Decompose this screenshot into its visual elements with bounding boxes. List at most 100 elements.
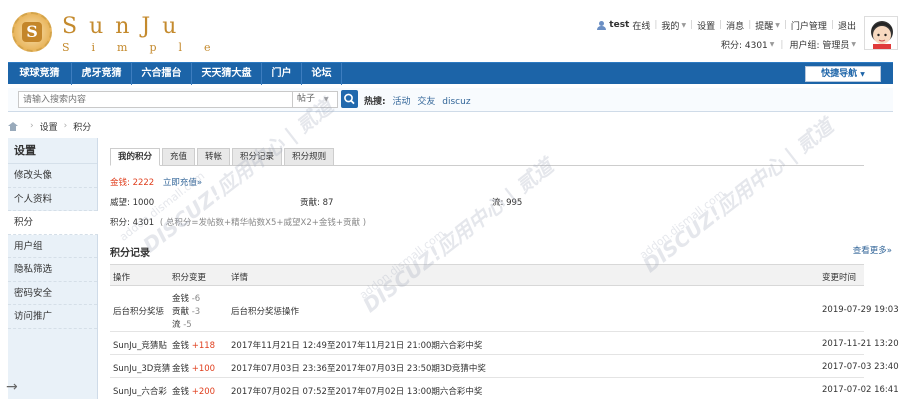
table-row: 后台积分奖惩 金钱 -6 贡献 -3 流 -5 后台积分奖惩操作 2019-07…: [110, 286, 899, 332]
page: S SunJu Simple test 在线 | 我的 ▼ | 设置 | 消息 |…: [0, 0, 910, 399]
chevron-down-icon: ▼: [323, 96, 329, 103]
sidebar-item-points[interactable]: 积分: [8, 211, 98, 235]
hot-term[interactable]: 交友: [417, 97, 435, 107]
row-operation: 后台积分奖惩: [113, 307, 165, 317]
username-link[interactable]: test: [609, 20, 629, 30]
user-subinfo: 积分: 4301 ▼ | 用户组: 管理员 ▼: [721, 38, 856, 52]
recharge-link[interactable]: 立即充值»: [163, 178, 202, 188]
messages-link[interactable]: 消息: [726, 19, 744, 32]
avatar[interactable]: [864, 16, 898, 50]
logo-emblem: S: [12, 12, 52, 52]
sidebar-item-usergroup[interactable]: 用户组: [8, 235, 97, 258]
site-logo[interactable]: S SunJu Simple: [12, 12, 211, 56]
table-row: SunJu_六合彩 金钱 +200 2017年07月02日 07:52至2017…: [110, 378, 899, 399]
search-type-select[interactable]: 帖子 ▼: [293, 91, 338, 108]
change-value: +118: [191, 341, 216, 351]
sidebar-item-password[interactable]: 密码安全: [8, 282, 97, 305]
sidebar-item-avatar[interactable]: 修改头像: [8, 164, 97, 188]
main-content: 我的积分 充值 转帐 积分记录 积分规则 金钱: 2222 立即充值» 威望: …: [99, 138, 899, 399]
divider: |: [748, 20, 752, 30]
user-icon: [597, 20, 607, 30]
logout-link[interactable]: 退出: [838, 19, 856, 32]
divider: |: [719, 20, 723, 30]
reminders-link[interactable]: 提醒: [755, 19, 773, 32]
hot-term[interactable]: 活动: [392, 97, 410, 107]
quick-nav-button[interactable]: 快捷导航 ▼: [805, 66, 881, 82]
nav-item-huya-guess[interactable]: 虎牙竞猜: [72, 63, 132, 85]
breadcrumb-separator: ›: [30, 121, 34, 131]
row-change-item: 金钱 +200: [172, 385, 215, 397]
search-bar: 帖子 ▼ 热搜: 活动 交友 discuz: [8, 88, 893, 112]
flow-value: 流: 995: [492, 196, 522, 208]
header-change: 积分变更: [172, 273, 207, 283]
hot-term[interactable]: discuz: [442, 97, 470, 107]
tab-recharge[interactable]: 充值: [162, 148, 196, 166]
search-input[interactable]: [18, 91, 293, 108]
see-more-link[interactable]: 查看更多»: [853, 244, 892, 256]
row-change-item: 金钱 +118: [172, 339, 215, 351]
logo-subtitle: Simple: [62, 41, 233, 54]
logo-title: SunJu: [62, 14, 189, 39]
tab-my-points[interactable]: 我的积分: [110, 148, 161, 166]
change-value: -3: [191, 307, 201, 317]
nav-item-ball-guess[interactable]: 球球竞猜: [8, 63, 72, 85]
change-name: 金钱: [172, 341, 190, 351]
sidebar-item-profile[interactable]: 个人资料: [8, 188, 97, 211]
home-icon[interactable]: [8, 121, 18, 131]
hot-search: 热搜: 活动 交友 discuz: [364, 94, 471, 107]
breadcrumb-points: 积分: [73, 122, 92, 133]
arrow-right-icon[interactable]: →: [6, 379, 18, 395]
chevron-down-icon: ▼: [681, 21, 687, 29]
row-detail: 2017年07月03日 23:36至2017年07月03日 23:50期3D竞猜…: [231, 364, 486, 374]
row-change-item: 金钱 +100: [172, 362, 215, 374]
prestige-value: 威望: 1000: [110, 196, 154, 208]
online-status: 在线: [632, 21, 651, 32]
nav-item-liuhe-arena[interactable]: 六合擂台: [132, 63, 192, 85]
tab-points-log[interactable]: 积分记录: [232, 148, 283, 166]
search-button[interactable]: [341, 90, 358, 108]
portal-admin-link[interactable]: 门户管理: [791, 19, 827, 32]
row-detail: 后台积分奖惩操作: [231, 307, 300, 317]
flow-label: 流: 995: [492, 198, 523, 208]
row-detail: 2017年07月02日 07:52至2017年07月02日 13:00期六合彩中…: [231, 387, 483, 397]
sidebar-title: 设置: [8, 138, 97, 164]
divider: |: [830, 20, 834, 30]
settings-link[interactable]: 设置: [697, 19, 715, 32]
table-header: 操作 积分变更 详情 变更时间: [110, 264, 864, 286]
row-time: 2017-11-21 13:20: [822, 339, 899, 349]
divider: |: [783, 20, 787, 30]
breadcrumb-settings[interactable]: 设置: [40, 120, 58, 133]
tab-points-rules[interactable]: 积分规则: [284, 148, 335, 166]
change-name: 流: [172, 320, 181, 330]
gold-balance: 金钱: 2222: [110, 178, 155, 188]
user-group[interactable]: 用户组: 管理员: [789, 38, 849, 51]
divider: |: [654, 20, 658, 30]
divider: |: [690, 20, 694, 30]
header-time: 变更时间: [822, 273, 857, 283]
change-value: -5: [183, 320, 192, 330]
row-operation: SunJu_3D竞猜: [113, 364, 171, 374]
divider: |: [780, 39, 784, 50]
header-operation: 操作: [113, 273, 131, 283]
contribution-value: 贡献: 87: [300, 196, 333, 208]
search-icon: [344, 93, 355, 105]
row-change-item: 贡献 -3: [172, 305, 200, 317]
prestige-label: 威望: 1000: [110, 198, 155, 208]
nav-item-portal[interactable]: 门户: [262, 63, 302, 85]
chevron-down-icon: ▼: [860, 71, 865, 78]
change-name: 金钱: [172, 364, 190, 374]
nav-item-daily-market[interactable]: 天天猜大盘: [192, 63, 262, 85]
sidebar-item-privacy[interactable]: 隐私筛选: [8, 258, 97, 282]
row-operation: SunJu_六合彩: [113, 387, 167, 397]
nav-item-forum[interactable]: 论坛: [302, 63, 342, 85]
chevron-down-icon: ▼: [851, 41, 856, 48]
header-detail: 详情: [231, 273, 249, 283]
sidebar-item-promotion[interactable]: 访问推广: [8, 305, 97, 329]
change-value: +200: [191, 387, 216, 397]
tab-transfer[interactable]: 转帐: [197, 148, 231, 166]
total-points-row: 积分: 4301 ( 总积分=发帖数+精华帖数X5+威望X2+金钱+贡献 ): [110, 216, 366, 228]
points-summary[interactable]: 积分: 4301: [721, 38, 768, 51]
chevron-down-icon: ▼: [775, 21, 780, 29]
my-link[interactable]: 我的: [661, 19, 679, 32]
hot-label: 热搜:: [364, 97, 386, 107]
